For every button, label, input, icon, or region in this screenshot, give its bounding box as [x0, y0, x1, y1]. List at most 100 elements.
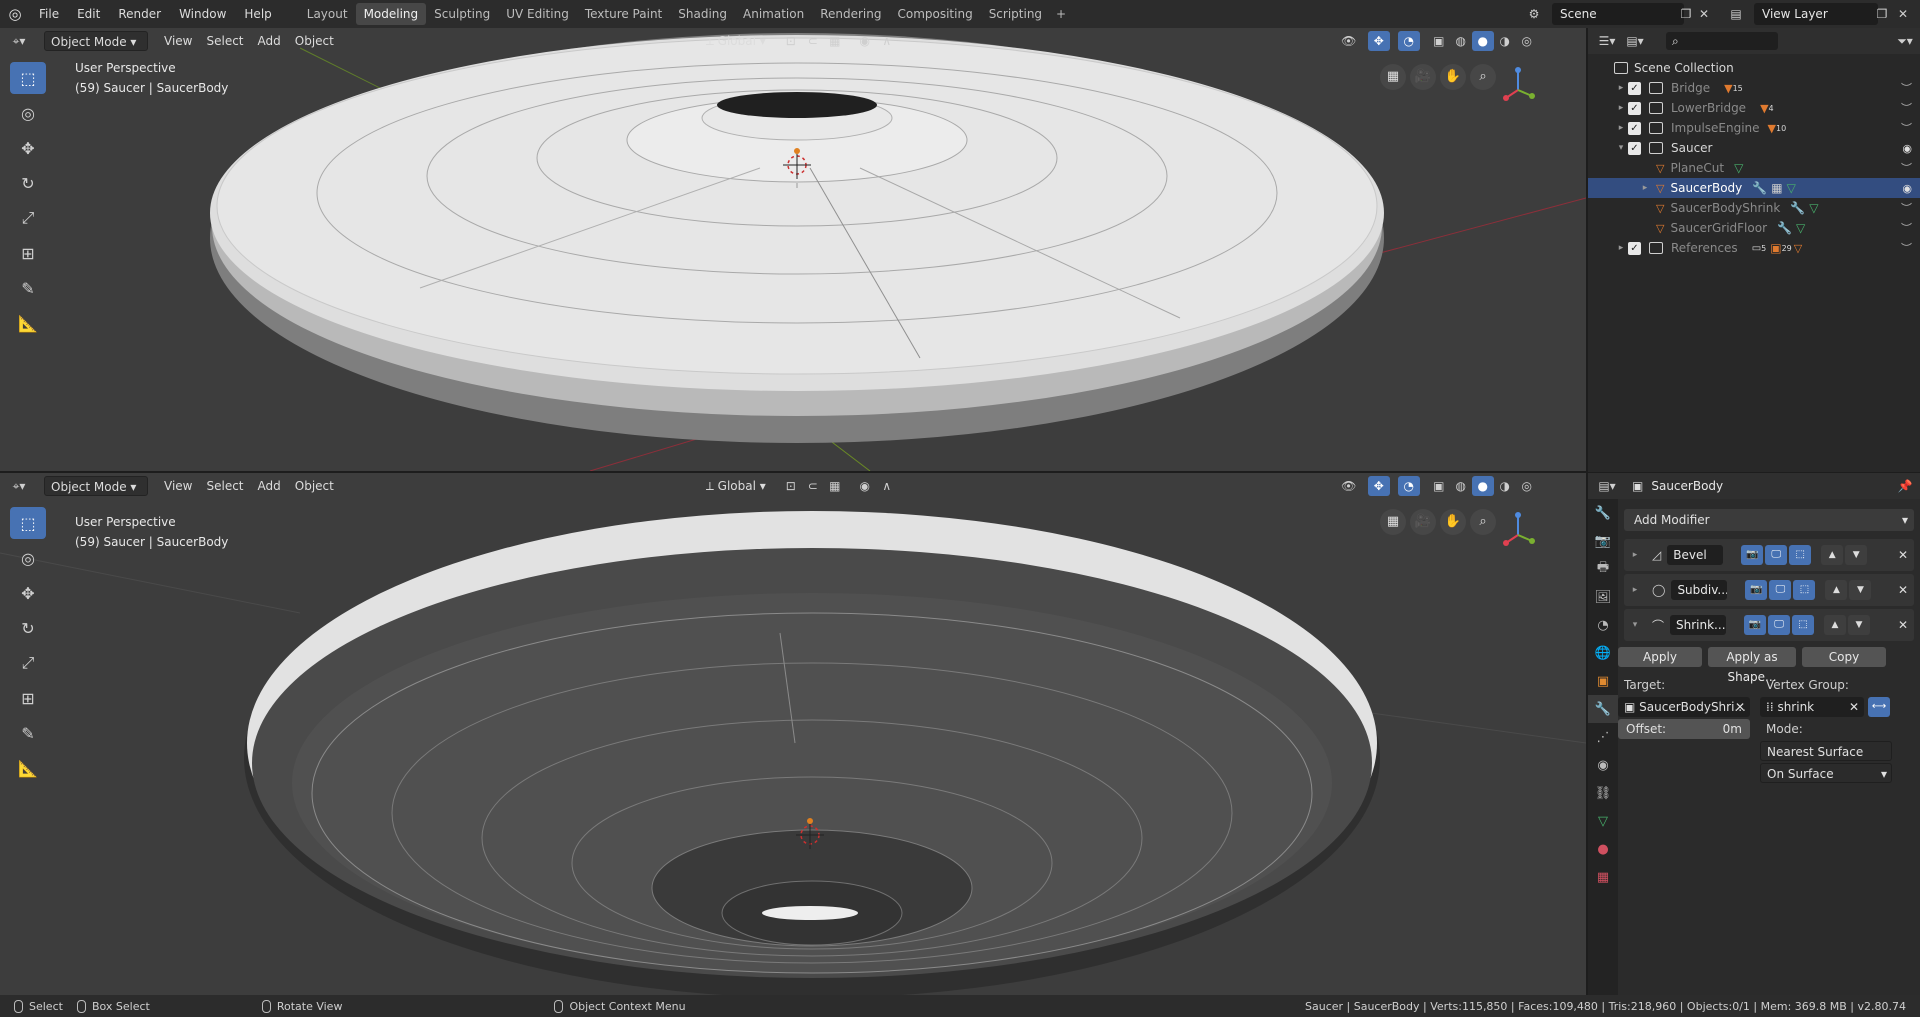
- clear-target-icon[interactable]: ✕: [1735, 697, 1745, 717]
- exclude-checkbox[interactable]: ✓: [1628, 101, 1641, 115]
- menu-add[interactable]: Add: [252, 31, 287, 51]
- scene-collection-row[interactable]: Scene Collection: [1588, 58, 1920, 78]
- scene-icon[interactable]: ⚙: [1524, 4, 1544, 24]
- toggle-grid-icon-bottom[interactable]: ▦: [1380, 509, 1406, 535]
- particles-tab-icon[interactable]: ⋰: [1588, 723, 1618, 751]
- tab-compositing[interactable]: Compositing: [889, 3, 980, 25]
- hide-toggle-icon[interactable]: ︶: [1901, 80, 1912, 96]
- cursor-tool-icon[interactable]: ◎: [10, 97, 46, 129]
- expand-icon[interactable]: ▸: [1614, 103, 1628, 113]
- transform-tool-icon[interactable]: ⊞: [10, 237, 46, 269]
- editmode-toggle-icon[interactable]: ⬚: [1789, 545, 1812, 565]
- xray-icon-bottom[interactable]: ▣: [1428, 476, 1450, 496]
- menu-view-bottom[interactable]: View: [158, 476, 198, 496]
- render-tab-icon[interactable]: 📷: [1588, 527, 1618, 555]
- expand-icon[interactable]: ▸: [1638, 183, 1652, 193]
- menu-add-bottom[interactable]: Add: [252, 476, 287, 496]
- object-data-tab-icon[interactable]: ▽: [1588, 807, 1618, 835]
- rendered-shading-icon[interactable]: ◎: [1516, 31, 1538, 51]
- physics-tab-icon[interactable]: ◉: [1588, 751, 1618, 779]
- zoom-view-icon-bottom[interactable]: ⌕: [1470, 509, 1496, 535]
- menu-render[interactable]: Render: [109, 0, 170, 28]
- constraints-tab-icon[interactable]: ⛓: [1588, 779, 1618, 807]
- tab-animation[interactable]: Animation: [735, 3, 812, 25]
- move-up-icon[interactable]: ▲: [1824, 615, 1847, 635]
- falloff-icon-bottom[interactable]: ∧: [876, 476, 898, 496]
- new-view-layer-icon[interactable]: ❐: [1872, 4, 1892, 24]
- hide-toggle-icon[interactable]: ︶: [1901, 160, 1912, 176]
- editor-type-icon[interactable]: ⌖▾: [8, 31, 30, 51]
- expand-icon[interactable]: ▸: [1614, 243, 1628, 253]
- menu-object-bottom[interactable]: Object: [289, 476, 340, 496]
- apply-as-shape-button[interactable]: Apply as Shape...: [1708, 647, 1796, 684]
- overlay-toggle-icon-bottom[interactable]: ◔: [1397, 476, 1420, 496]
- target-field[interactable]: ▣ SaucerBodyShri... ✕: [1618, 697, 1750, 717]
- material-shading-icon[interactable]: ◑: [1494, 31, 1516, 51]
- pan-view-icon-bottom[interactable]: ✋: [1440, 509, 1466, 535]
- eye-icon[interactable]: ◉: [1902, 182, 1912, 195]
- snap-target-icon[interactable]: ▦: [824, 31, 846, 51]
- wrap-method-dropdown[interactable]: Nearest Surface Point▾: [1760, 741, 1892, 779]
- camera-view-icon-bottom[interactable]: 🎥: [1410, 509, 1436, 535]
- expand-icon[interactable]: ▸: [1614, 83, 1628, 93]
- mode-dropdown-bottom[interactable]: Object Mode ▾: [44, 476, 148, 496]
- editor-type-icon-bottom[interactable]: ⌖▾: [8, 476, 30, 496]
- exclude-checkbox[interactable]: ✓: [1628, 141, 1641, 155]
- tab-texture-paint[interactable]: Texture Paint: [577, 3, 670, 25]
- eye-icon[interactable]: ◉: [1902, 142, 1912, 155]
- move-down-icon[interactable]: ▼: [1848, 615, 1871, 635]
- snap-icon-bottom[interactable]: ⊂: [802, 476, 824, 496]
- texture-tab-icon[interactable]: ▦: [1588, 863, 1618, 891]
- add-workspace-icon[interactable]: +: [1050, 7, 1072, 21]
- menu-select-bottom[interactable]: Select: [200, 476, 249, 496]
- hide-toggle-icon[interactable]: ︶: [1901, 100, 1912, 116]
- falloff-icon[interactable]: ∧: [876, 31, 898, 51]
- view-layer-selector[interactable]: View Layer: [1754, 3, 1878, 25]
- camera-view-icon[interactable]: 🎥: [1410, 64, 1436, 90]
- zoom-view-icon[interactable]: ⌕: [1470, 64, 1496, 90]
- material-tab-icon[interactable]: ●: [1588, 835, 1618, 863]
- display-toggle-icon[interactable]: 🖵: [1769, 580, 1792, 600]
- display-toggle-icon[interactable]: 🖵: [1765, 545, 1788, 565]
- xray-icon[interactable]: ▣: [1428, 31, 1450, 51]
- menu-view[interactable]: View: [158, 31, 198, 51]
- remove-modifier-icon[interactable]: ✕: [1898, 618, 1908, 632]
- overlay-toggle-icon[interactable]: ◔: [1397, 31, 1420, 51]
- outliner-row-saucerbody[interactable]: ▸ ▽ SaucerBody 🔧 ▦ ▽ ◉: [1588, 178, 1920, 198]
- display-mode-icon[interactable]: ▤▾: [1624, 31, 1646, 51]
- mode-dropdown[interactable]: Object Mode ▾: [44, 31, 148, 51]
- tab-shading[interactable]: Shading: [670, 3, 735, 25]
- exclude-checkbox[interactable]: ✓: [1628, 81, 1641, 95]
- gizmo-toggle-icon-bottom[interactable]: ✥: [1367, 476, 1390, 496]
- menu-object[interactable]: Object: [289, 31, 340, 51]
- proportional-edit-icon[interactable]: ◉: [854, 31, 876, 51]
- wireframe-shading-icon[interactable]: ◍: [1450, 31, 1472, 51]
- object-tab-icon[interactable]: ▣: [1588, 667, 1618, 695]
- remove-modifier-icon[interactable]: ✕: [1898, 583, 1908, 597]
- world-tab-icon[interactable]: 🌐: [1588, 639, 1618, 667]
- cursor-tool-icon-bottom[interactable]: ◎: [10, 542, 46, 574]
- expand-icon[interactable]: ▸: [1628, 550, 1642, 560]
- remove-modifier-icon[interactable]: ✕: [1898, 548, 1908, 562]
- hide-toggle-icon[interactable]: ︶: [1901, 200, 1912, 216]
- material-shading-icon-bottom[interactable]: ◑: [1494, 476, 1516, 496]
- hide-toggle-icon[interactable]: ︶: [1901, 220, 1912, 236]
- collapse-icon[interactable]: ▾: [1628, 620, 1642, 630]
- output-tab-icon[interactable]: 🖶: [1588, 555, 1618, 583]
- tab-scripting[interactable]: Scripting: [981, 3, 1050, 25]
- measure-tool-icon-bottom[interactable]: 📐: [10, 752, 46, 784]
- delete-view-layer-icon[interactable]: ✕: [1893, 4, 1913, 24]
- hide-toggle-icon[interactable]: ︶: [1901, 240, 1912, 256]
- outliner-row-saucerbodyshrink[interactable]: ▽ SaucerBodyShrink 🔧 ▽ ︶: [1588, 198, 1920, 218]
- offset-field[interactable]: Offset: 0m: [1618, 719, 1750, 739]
- vertex-group-field[interactable]: ⁞⁞ shrink ✕: [1760, 697, 1864, 717]
- select-box-tool-icon[interactable]: ⬚: [10, 62, 46, 94]
- rendered-shading-icon-bottom[interactable]: ◎: [1516, 476, 1538, 496]
- pivot-icon[interactable]: ⊡: [780, 31, 802, 51]
- outliner-row-references[interactable]: ▸ ✓ References ▭ 5 ▣ 29 ▽ ︶: [1588, 238, 1920, 258]
- tab-uv-editing[interactable]: UV Editing: [498, 3, 577, 25]
- viewport-top[interactable]: ⌖▾ Object Mode ▾ View Select Add Object …: [0, 28, 1586, 471]
- move-tool-icon[interactable]: ✥: [10, 132, 46, 164]
- camera-toggle-icon[interactable]: 📷: [1745, 580, 1768, 600]
- transform-tool-icon-bottom[interactable]: ⊞: [10, 682, 46, 714]
